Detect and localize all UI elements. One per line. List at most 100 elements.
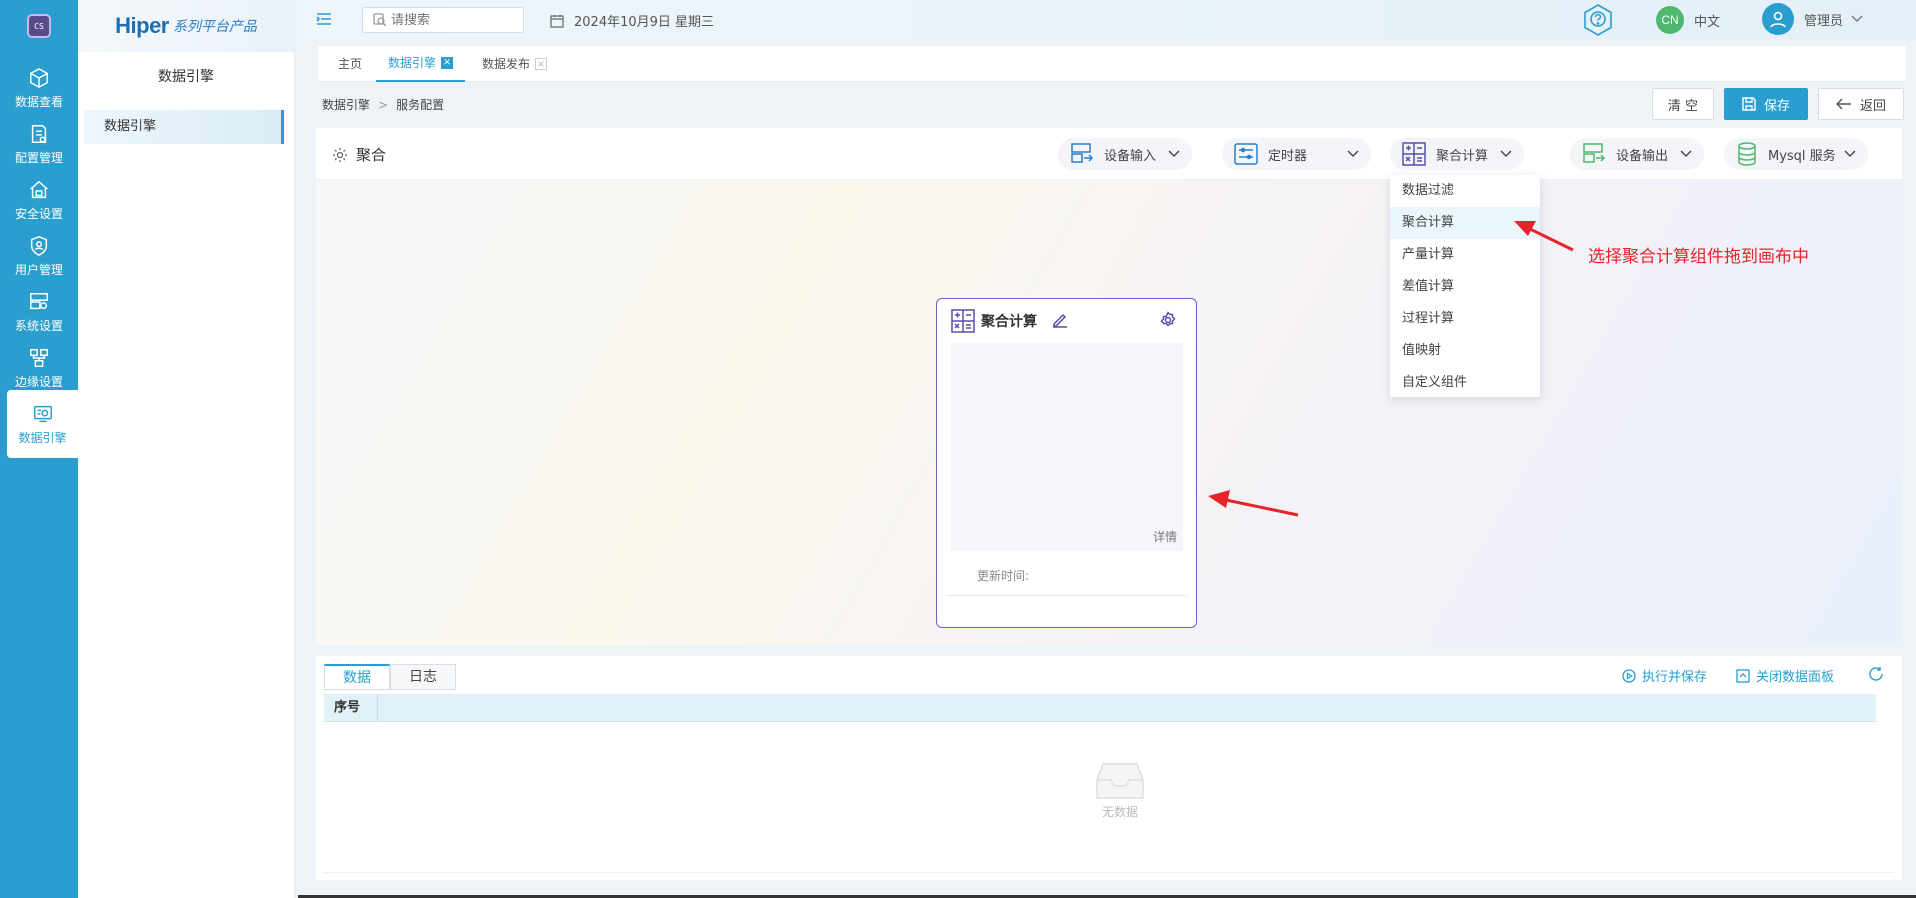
dropdown-item-aggregate[interactable]: 聚合计算 bbox=[1390, 207, 1540, 239]
toolbar-aggregate[interactable]: 聚合计算 bbox=[1390, 138, 1525, 170]
rail-item-label: 系统设置 bbox=[14, 318, 63, 333]
rail-item-data-engine[interactable]: 数据引擎 bbox=[7, 390, 78, 458]
dropdown-item-diff-calc[interactable]: 差值计算 bbox=[1390, 271, 1540, 303]
node-content-area: 详情 bbox=[951, 343, 1183, 551]
tab-data-engine[interactable]: 数据引擎 ✕ bbox=[376, 46, 466, 82]
chevron-down-icon bbox=[1168, 150, 1180, 157]
chevron-down-icon bbox=[1851, 15, 1863, 22]
close-icon[interactable]: ✕ bbox=[535, 58, 548, 70]
search-icon bbox=[373, 13, 387, 27]
breadcrumb-separator: > bbox=[378, 98, 389, 112]
close-icon[interactable]: ✕ bbox=[441, 57, 454, 69]
run-save-label: 执行并保存 bbox=[1642, 670, 1708, 685]
column-header-index: 序号 bbox=[324, 694, 378, 722]
back-button[interactable]: 返回 bbox=[1818, 88, 1904, 120]
avatar bbox=[1762, 3, 1794, 35]
annotation-text: 选择聚合计算组件拖到画布中 bbox=[1588, 247, 1809, 267]
gear-icon[interactable] bbox=[332, 147, 348, 163]
dropdown-item-data-filter[interactable]: 数据过滤 bbox=[1390, 175, 1540, 207]
book-settings-icon bbox=[31, 124, 47, 143]
toolbar-label: 定时器 bbox=[1268, 148, 1308, 164]
breadcrumb: 数据引擎 > 服务配置 bbox=[322, 96, 444, 113]
tab-label: 主页 bbox=[338, 57, 363, 71]
refresh-icon[interactable] bbox=[1868, 666, 1884, 682]
run-save-button[interactable]: 执行并保存 bbox=[1622, 666, 1707, 685]
database-icon bbox=[1738, 142, 1756, 166]
tab-data[interactable]: 数据 bbox=[324, 664, 390, 690]
rail-item-label: 数据查看 bbox=[14, 94, 63, 109]
language-label: 中文 bbox=[1694, 14, 1721, 30]
chevron-down-icon bbox=[1500, 150, 1512, 157]
app-logo[interactable]: CS bbox=[0, 0, 78, 52]
data-panel: 数据 日志 执行并保存 关闭数据面板 序号 无数据 bbox=[316, 656, 1902, 880]
rail-item-label: 安全设置 bbox=[14, 206, 63, 221]
breadcrumb-item: 服务配置 bbox=[396, 98, 445, 112]
workspace-header: 聚合 设备输入 定时器 聚合计算 设备输出 Mysql 服务 bbox=[316, 128, 1902, 180]
brand-logo: Hiper 系列平台产品 bbox=[78, 0, 294, 52]
save-button[interactable]: 保存 bbox=[1724, 88, 1808, 120]
toolbar-device-input[interactable]: 设备输入 bbox=[1058, 138, 1193, 170]
icon-rail: CS 数据查看 配置管理 安全设置 用户管理 系统设置 边缘设置 数据引擎 bbox=[0, 0, 78, 898]
aggregate-dropdown: 数据过滤 聚合计算 产量计算 差值计算 过程计算 值映射 自定义组件 bbox=[1390, 175, 1540, 397]
help-hexagon-icon[interactable] bbox=[1580, 2, 1616, 38]
arrow-left-icon bbox=[1835, 98, 1851, 110]
empty-state-text: 无数据 bbox=[1101, 805, 1138, 819]
toolbar-label: 聚合计算 bbox=[1436, 148, 1489, 164]
dropdown-item-output-calc[interactable]: 产量计算 bbox=[1390, 239, 1540, 271]
tab-log[interactable]: 日志 bbox=[390, 664, 456, 690]
data-table-header: 序号 bbox=[324, 694, 1876, 722]
language-badge: CN bbox=[1656, 6, 1684, 34]
data-panel-tabs: 数据 日志 bbox=[324, 664, 456, 690]
page-tabs: 主页 数据引擎 ✕ 数据发布 ✕ bbox=[318, 46, 1906, 82]
dropdown-item-value-map[interactable]: 值映射 bbox=[1390, 335, 1540, 367]
node-title-text: 聚合计算 bbox=[981, 314, 1037, 330]
clear-button[interactable]: 清 空 bbox=[1652, 88, 1714, 120]
edit-icon[interactable] bbox=[1051, 311, 1069, 329]
workspace-title-text: 聚合 bbox=[356, 146, 387, 164]
user-menu[interactable]: 管理员 bbox=[1762, 3, 1863, 35]
toolbar-device-output[interactable]: 设备输出 bbox=[1570, 138, 1705, 170]
toolbar-mysql[interactable]: Mysql 服务 bbox=[1724, 138, 1868, 170]
collapse-icon bbox=[1736, 668, 1750, 683]
toolbar-timer[interactable]: 定时器 bbox=[1222, 138, 1372, 170]
close-panel-label: 关闭数据面板 bbox=[1756, 670, 1835, 685]
device-output-icon bbox=[1583, 143, 1606, 163]
user-label: 管理员 bbox=[1804, 13, 1844, 29]
gear-icon[interactable] bbox=[1159, 311, 1177, 329]
menu-toggle-icon[interactable] bbox=[316, 12, 332, 26]
calendar-icon bbox=[550, 14, 564, 28]
date-display: 2024年10月9日 星期三 bbox=[550, 11, 714, 30]
toolbar-label: 设备输出 bbox=[1616, 148, 1669, 164]
empty-state: 无数据 bbox=[1080, 762, 1160, 820]
server-gear-icon bbox=[30, 292, 48, 309]
aggregate-node[interactable]: 聚合计算 详情 更新时间: bbox=[936, 298, 1197, 628]
node-update-time: 更新时间: bbox=[977, 569, 1030, 583]
breadcrumb-item[interactable]: 数据引擎 bbox=[322, 98, 370, 112]
inbox-empty-icon bbox=[1096, 763, 1144, 799]
play-circle-icon bbox=[1622, 668, 1636, 683]
top-bar: 2024年10月9日 星期三 CN 中文 管理员 bbox=[298, 0, 1916, 40]
back-button-label: 返回 bbox=[1859, 98, 1886, 114]
search-input[interactable] bbox=[391, 12, 511, 28]
sidebar-item-data-engine[interactable]: 数据引擎 bbox=[84, 110, 284, 144]
rail-item-label: 数据引擎 bbox=[18, 430, 67, 445]
edge-nodes-icon bbox=[30, 348, 48, 367]
rail-item-label: 边缘设置 bbox=[14, 374, 63, 389]
search-box[interactable] bbox=[362, 7, 524, 33]
tab-label: 数据引擎 bbox=[388, 56, 437, 70]
toolbar-label: 设备输入 bbox=[1104, 148, 1157, 164]
tab-data-publish[interactable]: 数据发布 ✕ bbox=[470, 46, 559, 82]
language-switch[interactable]: CN 中文 bbox=[1656, 6, 1720, 34]
calculator-icon bbox=[1402, 142, 1426, 166]
dropdown-item-process-calc[interactable]: 过程计算 bbox=[1390, 303, 1540, 335]
shield-user-icon bbox=[30, 235, 48, 256]
close-panel-button[interactable]: 关闭数据面板 bbox=[1736, 666, 1834, 685]
workspace-title: 聚合 bbox=[332, 144, 386, 165]
node-detail-link[interactable]: 详情 bbox=[1153, 528, 1177, 545]
panel-divider bbox=[324, 872, 1894, 873]
dropdown-item-custom[interactable]: 自定义组件 bbox=[1390, 367, 1540, 399]
tab-home[interactable]: 主页 bbox=[326, 46, 374, 82]
save-button-label: 保存 bbox=[1763, 98, 1790, 114]
rail-item-label: 配置管理 bbox=[14, 150, 63, 165]
brand-main: Hiper bbox=[115, 13, 169, 38]
